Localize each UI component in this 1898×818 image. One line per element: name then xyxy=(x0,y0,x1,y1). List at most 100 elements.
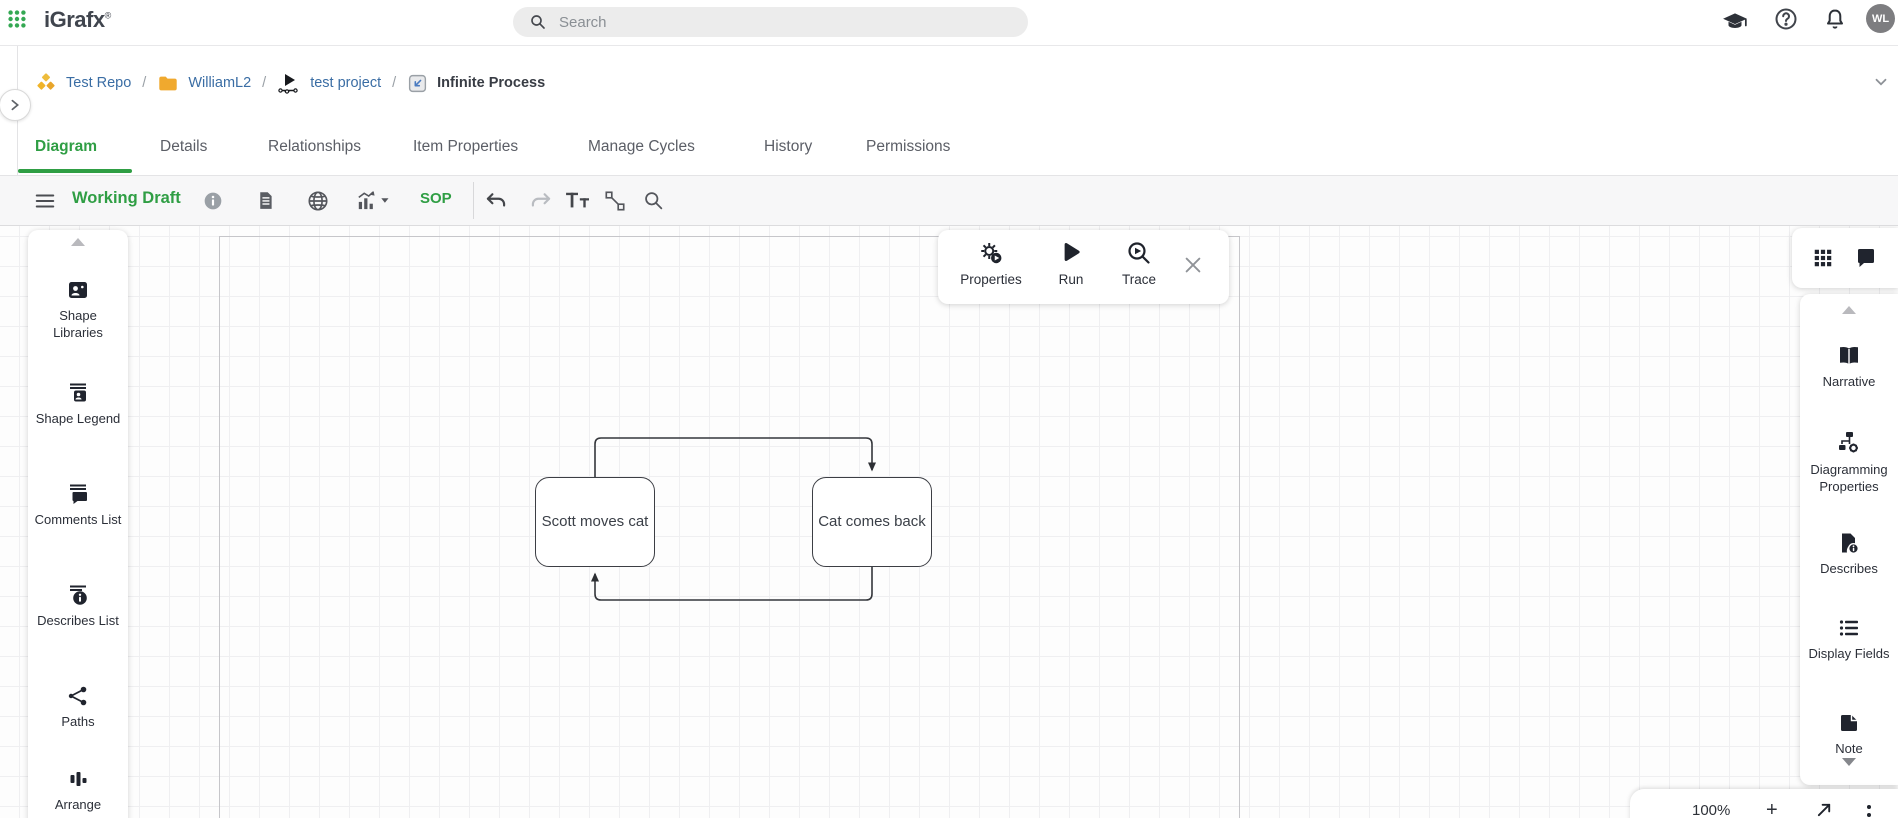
app-window: Scott moves cat Cat comes back iGrafx® xyxy=(0,0,1898,818)
zoom-level-value[interactable]: 100% xyxy=(1692,802,1730,818)
trace-button[interactable]: Trace xyxy=(1122,240,1156,287)
node-label: Scott moves cat xyxy=(542,512,649,532)
breadcrumb-link-test-repo[interactable]: Test Repo xyxy=(66,75,131,91)
active-tab-underline xyxy=(18,169,132,173)
close-icon[interactable] xyxy=(1182,254,1204,276)
undo-icon[interactable] xyxy=(485,192,507,210)
redo-icon[interactable] xyxy=(530,192,552,210)
shape-legend-button[interactable]: Shape Legend xyxy=(28,381,128,428)
notifications-bell-icon[interactable] xyxy=(1823,7,1847,31)
breadcrumb-separator: / xyxy=(140,75,148,91)
zoom-in-button[interactable]: + xyxy=(1766,799,1778,818)
display-fields-list-icon xyxy=(1837,616,1861,640)
node-label: Cat comes back xyxy=(818,512,926,532)
zoom-control-bar: 100% + xyxy=(1630,789,1898,818)
describes-document-icon xyxy=(1837,531,1861,555)
chart-dropdown-icon[interactable] xyxy=(357,190,393,212)
top-bar: iGrafx® xyxy=(0,0,1898,46)
chevron-right-icon xyxy=(8,98,22,112)
diagram-item-icon xyxy=(407,73,428,94)
avatar-initials: WL xyxy=(1872,13,1889,25)
user-avatar[interactable]: WL xyxy=(1866,4,1895,33)
comment-bubble-icon[interactable] xyxy=(1854,246,1878,270)
breadcrumb-separator: / xyxy=(260,75,268,91)
breadcrumb-separator: / xyxy=(390,75,398,91)
tab-manage-cycles[interactable]: Manage Cycles xyxy=(588,138,695,156)
collapse-header-chevron-icon[interactable] xyxy=(1872,73,1890,91)
zoom-search-icon[interactable] xyxy=(643,190,664,211)
header-area: Test Repo / WilliamL2 / test project / xyxy=(0,45,1898,175)
connector-top-loop[interactable] xyxy=(595,438,872,477)
sop-button[interactable]: SOP xyxy=(420,190,452,207)
expand-navigation-button[interactable] xyxy=(0,89,31,121)
repository-icon xyxy=(35,72,57,94)
comments-list-icon xyxy=(66,482,90,506)
tab-history[interactable]: History xyxy=(764,138,812,156)
trace-icon xyxy=(1126,240,1152,266)
connector-bottom-loop[interactable] xyxy=(595,567,872,600)
igrafx-logo: iGrafx® xyxy=(44,7,111,33)
diagram-node-scott-moves-cat[interactable]: Scott moves cat xyxy=(535,477,655,567)
process-icon xyxy=(277,71,301,95)
connector-tool-icon[interactable] xyxy=(604,190,626,212)
right-tool-panel: Narrative Diagramming Properties xyxy=(1800,294,1898,785)
left-tool-panel: Shape Libraries Shape Legend xyxy=(28,230,128,818)
grid-view-icon[interactable] xyxy=(1812,247,1834,269)
search-icon xyxy=(529,13,547,31)
breadcrumb-link-test-project[interactable]: test project xyxy=(310,75,381,91)
shape-libraries-button[interactable]: Shape Libraries xyxy=(28,278,128,342)
folder-icon xyxy=(157,72,179,94)
note-icon xyxy=(1837,711,1861,735)
diagramming-properties-icon xyxy=(1836,430,1862,456)
arrange-button[interactable]: Arrange xyxy=(28,767,128,814)
chevron-down-icon xyxy=(381,198,388,203)
menu-hamburger-icon[interactable] xyxy=(34,191,56,211)
tab-diagram[interactable]: Diagram xyxy=(35,138,97,156)
diagramming-properties-button[interactable]: Diagramming Properties xyxy=(1800,430,1898,496)
display-fields-button[interactable]: Display Fields xyxy=(1800,616,1898,663)
app-launcher-icon[interactable] xyxy=(6,8,28,30)
global-search[interactable] xyxy=(513,7,1028,37)
document-icon[interactable] xyxy=(255,190,276,211)
registered-mark: ® xyxy=(105,11,111,21)
tab-relationships[interactable]: Relationships xyxy=(268,138,361,156)
text-format-icon[interactable] xyxy=(565,190,591,212)
academy-icon[interactable] xyxy=(1722,9,1748,35)
describes-button[interactable]: Describes xyxy=(1800,531,1898,578)
tab-item-properties[interactable]: Item Properties xyxy=(413,138,518,156)
globe-icon[interactable] xyxy=(307,190,329,212)
help-icon[interactable] xyxy=(1774,7,1798,31)
breadcrumb: Test Repo / WilliamL2 / test project / xyxy=(35,68,545,98)
note-button[interactable]: Note xyxy=(1800,711,1898,758)
breadcrumb-current-item: Infinite Process xyxy=(437,75,545,91)
shape-legend-icon xyxy=(66,381,90,405)
diagram-toolbar: Working Draft xyxy=(0,175,1898,226)
narrative-button[interactable]: Narrative xyxy=(1800,344,1898,391)
search-input[interactable] xyxy=(557,13,981,32)
scroll-up-button[interactable] xyxy=(1800,306,1898,314)
properties-button[interactable]: Properties xyxy=(960,240,1022,287)
diagram-node-cat-comes-back[interactable]: Cat comes back xyxy=(812,477,932,567)
describes-list-button[interactable]: Describes List xyxy=(28,583,128,630)
paths-button[interactable]: Paths xyxy=(28,684,128,731)
breadcrumb-link-williaml2[interactable]: WilliamL2 xyxy=(188,75,251,91)
simulation-toolbar: Properties Run Trace xyxy=(938,230,1229,304)
comments-list-button[interactable]: Comments List xyxy=(28,482,128,529)
toolbar-divider xyxy=(473,182,474,219)
describes-list-icon xyxy=(66,583,90,607)
arrange-icon xyxy=(66,767,90,791)
fullscreen-expand-icon[interactable] xyxy=(1816,801,1833,818)
properties-gear-icon xyxy=(978,240,1004,266)
scroll-up-button[interactable] xyxy=(28,238,128,246)
shape-libraries-icon xyxy=(66,278,90,302)
version-label[interactable]: Working Draft xyxy=(72,189,181,208)
tab-permissions[interactable]: Permissions xyxy=(866,138,950,156)
paths-icon xyxy=(66,684,90,708)
scroll-down-button[interactable] xyxy=(1800,758,1898,766)
kebab-menu-icon[interactable] xyxy=(1866,803,1872,818)
view-options-panel xyxy=(1792,228,1898,288)
version-info-icon[interactable] xyxy=(203,191,223,211)
run-button[interactable]: Run xyxy=(1059,240,1084,287)
tab-details[interactable]: Details xyxy=(160,138,207,156)
run-play-icon xyxy=(1059,240,1083,266)
